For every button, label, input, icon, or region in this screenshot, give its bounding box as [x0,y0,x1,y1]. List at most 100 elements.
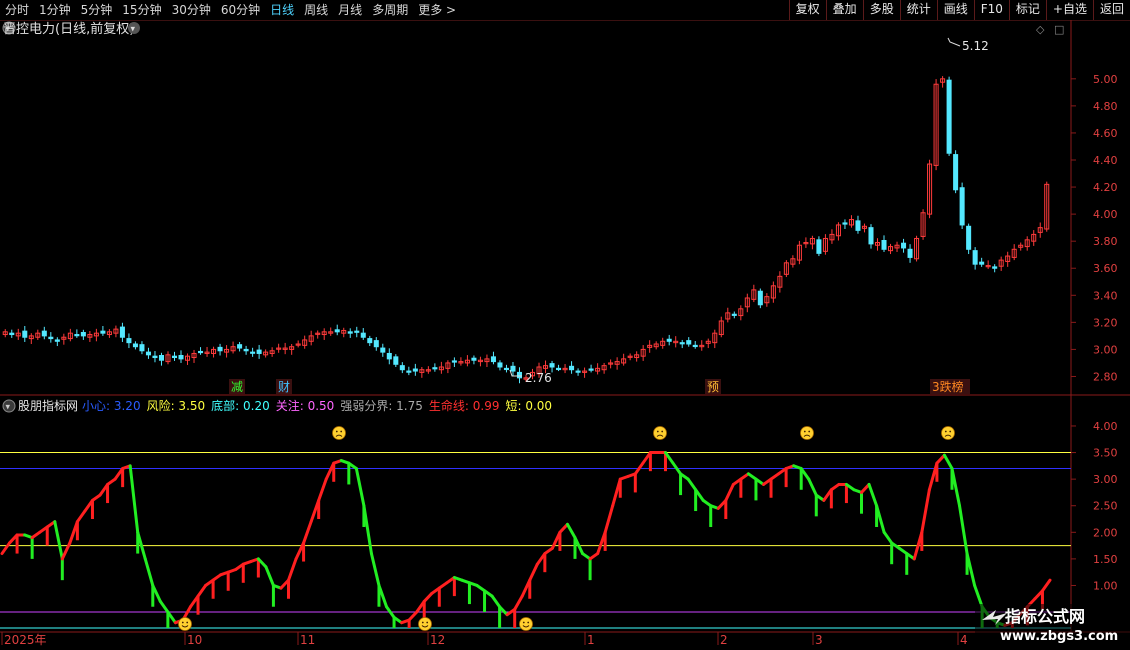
indicator-segment [0,541,12,556]
tool-button-8[interactable]: 返回 [1092,0,1130,20]
signal-icons [178,426,955,631]
period-tab-6[interactable]: 日线 [265,0,299,20]
candle-down [48,336,54,340]
x-tick-label: 1 [587,633,595,647]
indicator-segment [528,562,539,582]
price-tick-label: 3.80 [1093,235,1118,248]
candle-down [588,368,594,371]
indicator-segment [75,509,87,524]
period-tab-9[interactable]: 多周期 [367,0,413,20]
period-tab-5[interactable]: 60分钟 [216,0,265,20]
indicator-segment [302,520,313,545]
candle-down [347,331,353,334]
price-panel [0,22,1071,394]
period-tab-7[interactable]: 周线 [299,0,333,20]
candle-down [516,371,523,379]
tool-buttons: 复权 叠加 多股 统计 画线 F10 标记 +自选 返回 [788,0,1130,20]
candle-down [360,332,366,338]
candle-down [171,355,178,359]
tool-button-5[interactable]: F10 [973,0,1009,20]
candle-down [549,363,555,368]
candle-down [510,365,516,372]
svg-text:指标公式网: 指标公式网 [1005,607,1085,626]
candle-down [412,368,418,372]
indicator-name: 股朋指标网 [18,398,78,413]
candle-down [907,248,913,258]
event-marker[interactable]: 财 [278,380,290,394]
indicator-segment [686,477,698,492]
event-marker[interactable]: 预 [707,380,719,394]
candle-down [569,365,575,371]
candle-down [966,225,972,250]
candle-down [178,355,184,360]
candle-down [250,351,256,354]
svg-text:www.zbgs3.com: www.zbgs3.com [1000,629,1118,644]
indicator-segment [407,610,419,622]
indicator-param: 小心: 3.20 [82,399,141,413]
x-tick-label: 2025年 [4,633,47,647]
indicator-segment [53,520,64,561]
indicator-segment [317,477,328,502]
candle-down [490,356,496,363]
tool-button-0[interactable]: 复权 [788,0,826,20]
price-tick-label: 4.00 [1093,208,1118,221]
price-tick-label: 2.80 [1093,370,1118,383]
indicator-segment [422,591,434,603]
tool-button-3[interactable]: 统计 [899,0,937,20]
candle-down [959,187,965,226]
buy-signal-icon [519,617,533,631]
sell-signal-icon [332,426,346,440]
tool-button-7[interactable]: +自选 [1045,0,1093,20]
high-label: 5.12 [962,39,989,53]
period-tab-0[interactable]: 分时 [0,0,34,20]
diamond-icon[interactable]: ◇ [1036,23,1045,36]
tool-button-2[interactable]: 多股 [862,0,900,20]
candle-down [868,227,874,245]
tool-button-4[interactable]: 画线 [936,0,974,20]
candle-down [406,370,412,373]
x-tick-label: 12 [430,633,445,647]
candle-down [139,344,145,352]
period-tab-10[interactable]: 更多 > [413,0,461,20]
candle-down [556,367,562,371]
candle-down [972,250,978,265]
period-tab-3[interactable]: 15分钟 [117,0,166,20]
indicator-tick-label: 3.50 [1093,447,1118,460]
candle-down [471,357,477,361]
indicator-segment [973,583,984,609]
indicator-param: 生命线: 0.99 [429,398,500,413]
candle-down [686,340,692,345]
chart-canvas[interactable]: 5.00 4.80 4.60 4.40 4.20 4.00 3.80 3.60 3.40 3.20… [0,20,1130,650]
candle-down [217,346,223,352]
indicator-segment [196,583,208,598]
x-tick-label: 2 [720,633,728,647]
period-tab-4[interactable]: 30分钟 [167,0,216,20]
price-tick-label: 3.00 [1093,343,1118,356]
indicator-segment [724,482,735,502]
candle-down [497,362,503,368]
period-tab-8[interactable]: 月线 [333,0,367,20]
indicator-segment [565,522,577,540]
indicator-param: 底部: 0.20 [211,398,270,413]
indicator-series [0,451,1052,628]
panel-maximize-icon[interactable]: □ [1054,23,1064,36]
indicator-param: 强弱分界: 1.75 [340,399,423,413]
period-tab-1[interactable]: 1分钟 [34,0,76,20]
candle-down [855,220,861,231]
tool-button-1[interactable]: 叠加 [825,0,863,20]
candle-down [158,355,164,361]
x-tick-label: 3 [815,633,823,647]
tool-button-6[interactable]: 标记 [1008,0,1046,20]
candle-down [100,330,106,334]
indicator-param: 关注: 0.50 [276,398,335,413]
indicator-segment [158,599,170,614]
candle-down [198,350,204,354]
event-marker[interactable]: 减 [231,380,243,394]
event-marker[interactable]: 3跌榜 [932,379,964,394]
price-tick-label: 3.40 [1093,289,1118,302]
price-tick-label: 4.80 [1093,100,1118,113]
period-tab-2[interactable]: 5分钟 [76,0,118,20]
candle-down [953,154,959,191]
price-tick-label: 3.20 [1093,316,1118,329]
candle-down [503,367,509,371]
